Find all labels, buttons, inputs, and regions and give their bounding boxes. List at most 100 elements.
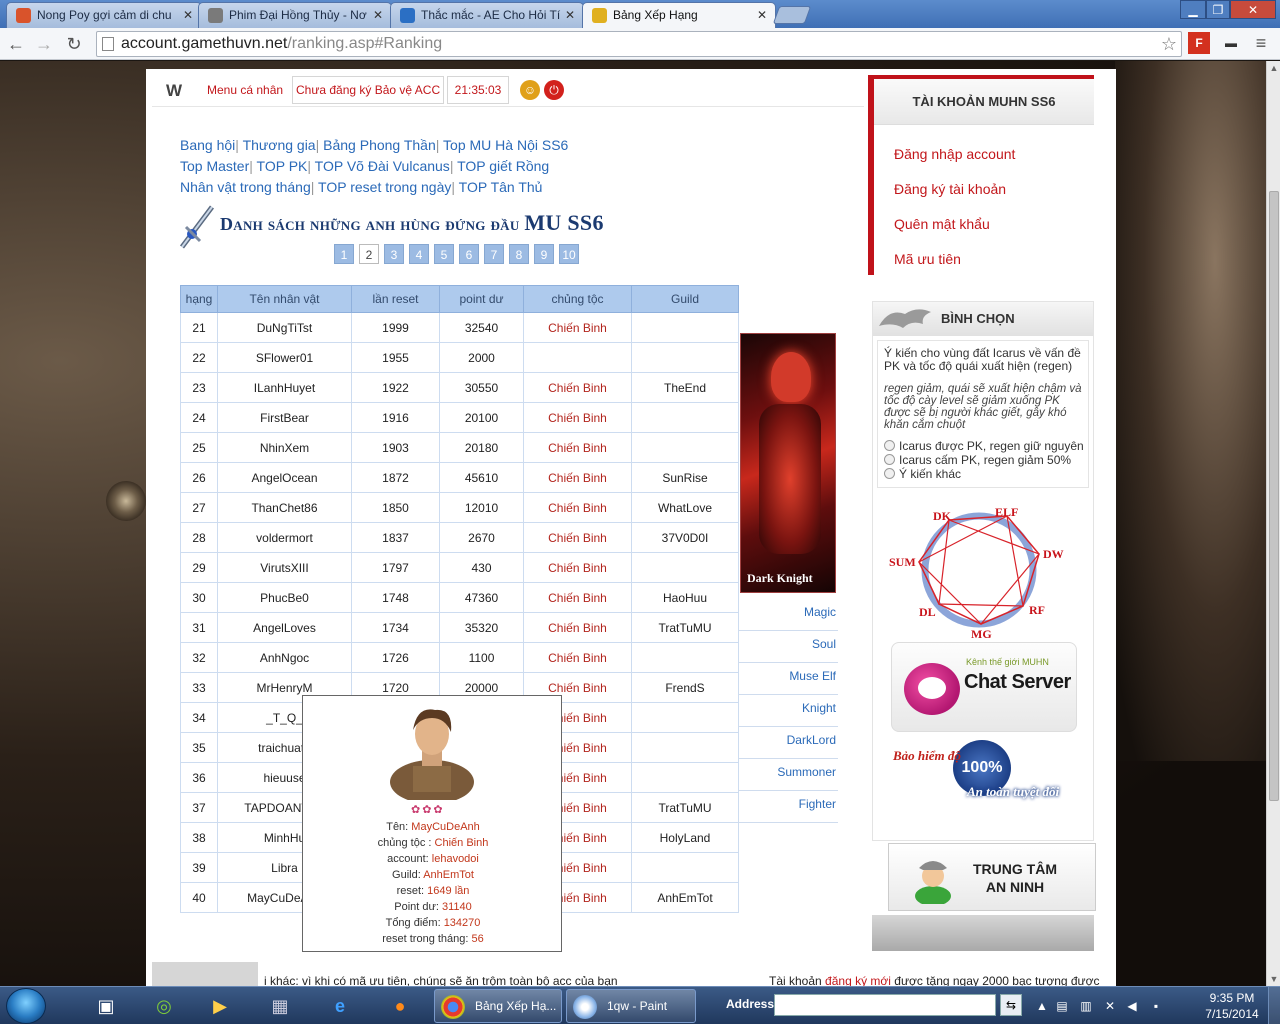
page-link[interactable]: 6 [459, 244, 479, 264]
address-toolbar-input[interactable] [774, 994, 996, 1016]
volume-icon[interactable]: ◀ [1124, 998, 1140, 1014]
firefox-icon[interactable]: ● [378, 990, 422, 1022]
radio-button[interactable] [884, 440, 895, 451]
security-center-banner[interactable]: TRUNG TÂM AN NINH [888, 843, 1096, 911]
page-link[interactable]: 1 [334, 244, 354, 264]
page-link[interactable]: 3 [384, 244, 404, 264]
link-top-pk[interactable]: TOP PK [257, 158, 308, 174]
start-button[interactable] [6, 988, 46, 1024]
link-top-mu-ha-noi[interactable]: Top MU Hà Nội SS6 [443, 137, 568, 153]
class-link-muse-elf[interactable]: Muse Elf [738, 663, 838, 695]
vertical-scrollbar[interactable]: ▲ ▼ [1266, 61, 1280, 986]
character-name-cell[interactable]: SFlower01 [217, 342, 352, 373]
radio-button[interactable] [884, 454, 895, 465]
character-name-cell[interactable]: AnhNgoc [217, 642, 352, 673]
computer-icon[interactable]: ▣ [84, 990, 128, 1022]
page-link[interactable]: 8 [509, 244, 529, 264]
system-clock[interactable]: 9:35 PM 7/15/2014 [1200, 990, 1264, 1022]
character-name-cell[interactable]: AngelLoves [217, 612, 352, 643]
poll-option[interactable]: Ý kiến khác [884, 467, 1082, 481]
personal-menu-link[interactable]: Menu cá nhân [207, 83, 283, 97]
insurance-banner[interactable]: 100% Bảo hiểm độ An toàn tuyệt đối [893, 740, 1079, 806]
link-top-giet-rong[interactable]: TOP giết Rồng [457, 158, 549, 174]
tray-app-icon[interactable]: ▤ [1054, 998, 1070, 1014]
class-link-knight[interactable]: Knight [738, 695, 838, 727]
forgot-password-link[interactable]: Quên mật khẩu [894, 207, 1094, 242]
go-arrow-icon[interactable]: ⇆ [1000, 994, 1022, 1016]
protect-acc-link[interactable]: Chưa đăng ký Bảo vệ ACC [292, 76, 445, 104]
page-link[interactable]: 9 [534, 244, 554, 264]
class-link-soul[interactable]: Soul [738, 631, 838, 663]
flash-extension-icon[interactable]: F [1188, 32, 1210, 54]
character-name-cell[interactable]: PhucBe0 [217, 582, 352, 613]
link-nhan-vat-thang[interactable]: Nhân vật trong tháng [180, 179, 311, 195]
taskbar-task[interactable]: Bảng Xếp Hạ... [434, 989, 562, 1023]
browser-tab[interactable]: Phim Đại Hồng Thủy - Nơ ✕ [198, 2, 392, 28]
character-name-cell[interactable]: FirstBear [217, 402, 352, 433]
power-icon[interactable]: ⏻ [544, 80, 564, 100]
close-icon[interactable]: ✕ [373, 3, 383, 27]
show-desktop-button[interactable] [1268, 987, 1280, 1024]
internet-explorer-icon[interactable]: e [318, 990, 362, 1022]
character-name-cell[interactable]: AngelOcean [217, 462, 352, 493]
character-name-cell[interactable]: NhinXem [217, 432, 352, 463]
class-link-darklord[interactable]: DarkLord [738, 727, 838, 759]
hat-extension-icon[interactable]: ▬ [1220, 32, 1242, 54]
scroll-up-icon[interactable]: ▲ [1267, 61, 1280, 75]
link-bang-hoi[interactable]: Bang hội [180, 137, 235, 153]
class-link-fighter[interactable]: Fighter [738, 791, 838, 823]
scrollbar-thumb[interactable] [1269, 191, 1279, 801]
link-top-tan-thu[interactable]: TOP Tân Thủ [459, 179, 543, 195]
register-new-link[interactable]: đăng ký mới [825, 974, 891, 986]
page-link[interactable]: 7 [484, 244, 504, 264]
chat-server-banner[interactable]: Kênh thế giới MUHN Chat Server [891, 642, 1077, 732]
new-tab-button[interactable] [772, 6, 812, 24]
poll-option[interactable]: Icarus được PK, regen giữ nguyên [884, 439, 1084, 453]
link-thuong-gia[interactable]: Thương gia [243, 137, 316, 153]
link-bang-phong-than[interactable]: Bảng Phong Thần [323, 137, 436, 153]
close-icon[interactable]: ✕ [565, 3, 575, 27]
character-name-cell[interactable]: voldermort [217, 522, 352, 553]
network-icon[interactable]: ▥ [1078, 998, 1094, 1014]
character-name-cell[interactable]: ILanhHuyet [217, 372, 352, 403]
media-icon[interactable]: ▶ [198, 990, 242, 1022]
forward-arrow-icon[interactable]: → [32, 32, 56, 56]
browser-tab[interactable]: Thắc mắc - AE Cho Hỏi Tí ✕ [390, 2, 584, 28]
link-top-reset-ngay[interactable]: TOP reset trong ngày [318, 179, 451, 195]
taskbar-task[interactable]: 1qw - Paint [566, 989, 696, 1023]
site-logo[interactable]: W [166, 81, 182, 101]
back-arrow-icon[interactable]: ← [4, 32, 28, 56]
poll-option[interactable]: Icarus cấm PK, regen giảm 50% [884, 453, 1082, 467]
browser-tab-active[interactable]: Bảng Xếp Hạng ✕ [582, 2, 776, 28]
address-bar[interactable]: account.gamethuvn.net/ranking.asp#Rankin… [96, 31, 1182, 57]
menu-icon[interactable]: ≡ [1250, 32, 1272, 54]
reload-icon[interactable]: ↻ [62, 32, 86, 56]
register-link[interactable]: Đăng ký tài khoản [894, 172, 1094, 207]
page-link[interactable]: 10 [559, 244, 579, 264]
close-icon[interactable]: ✕ [757, 3, 767, 27]
maximize-button[interactable]: ❐ [1206, 0, 1230, 19]
bookmark-star-icon[interactable]: ☆ [1161, 32, 1177, 56]
calculator-icon[interactable]: ▦ [258, 990, 302, 1022]
character-name-cell[interactable]: DuNgTiTst [217, 312, 352, 343]
cc-icon[interactable]: ◎ [142, 990, 186, 1022]
close-icon[interactable]: ✕ [183, 3, 193, 27]
mascot-icon[interactable]: ☺ [520, 80, 540, 100]
page-link[interactable]: 4 [409, 244, 429, 264]
page-link[interactable]: 5 [434, 244, 454, 264]
character-name-cell[interactable]: VirutsXIII [217, 552, 352, 583]
class-link-magic[interactable]: Magic [738, 599, 838, 631]
link-top-vo-dai[interactable]: TOP Võ Đài Vulcanus [315, 158, 450, 174]
class-link-summoner[interactable]: Summoner [738, 759, 838, 791]
scroll-down-icon[interactable]: ▼ [1267, 972, 1280, 986]
tray-misc-icon[interactable]: ▪ [1148, 998, 1164, 1014]
login-link[interactable]: Đăng nhập account [894, 137, 1094, 172]
close-window-button[interactable]: ✕ [1230, 0, 1276, 19]
link-top-master[interactable]: Top Master [180, 158, 249, 174]
browser-tab[interactable]: Nong Poy gợi cảm di chu ✕ [6, 2, 202, 28]
network-status-icon[interactable]: ✕ [1102, 998, 1118, 1014]
radio-button[interactable] [884, 468, 895, 479]
tray-expand-icon[interactable]: ▲ [1034, 998, 1050, 1014]
character-name-cell[interactable]: ThanChet86 [217, 492, 352, 523]
priority-code-link[interactable]: Mã ưu tiên [894, 242, 1094, 277]
